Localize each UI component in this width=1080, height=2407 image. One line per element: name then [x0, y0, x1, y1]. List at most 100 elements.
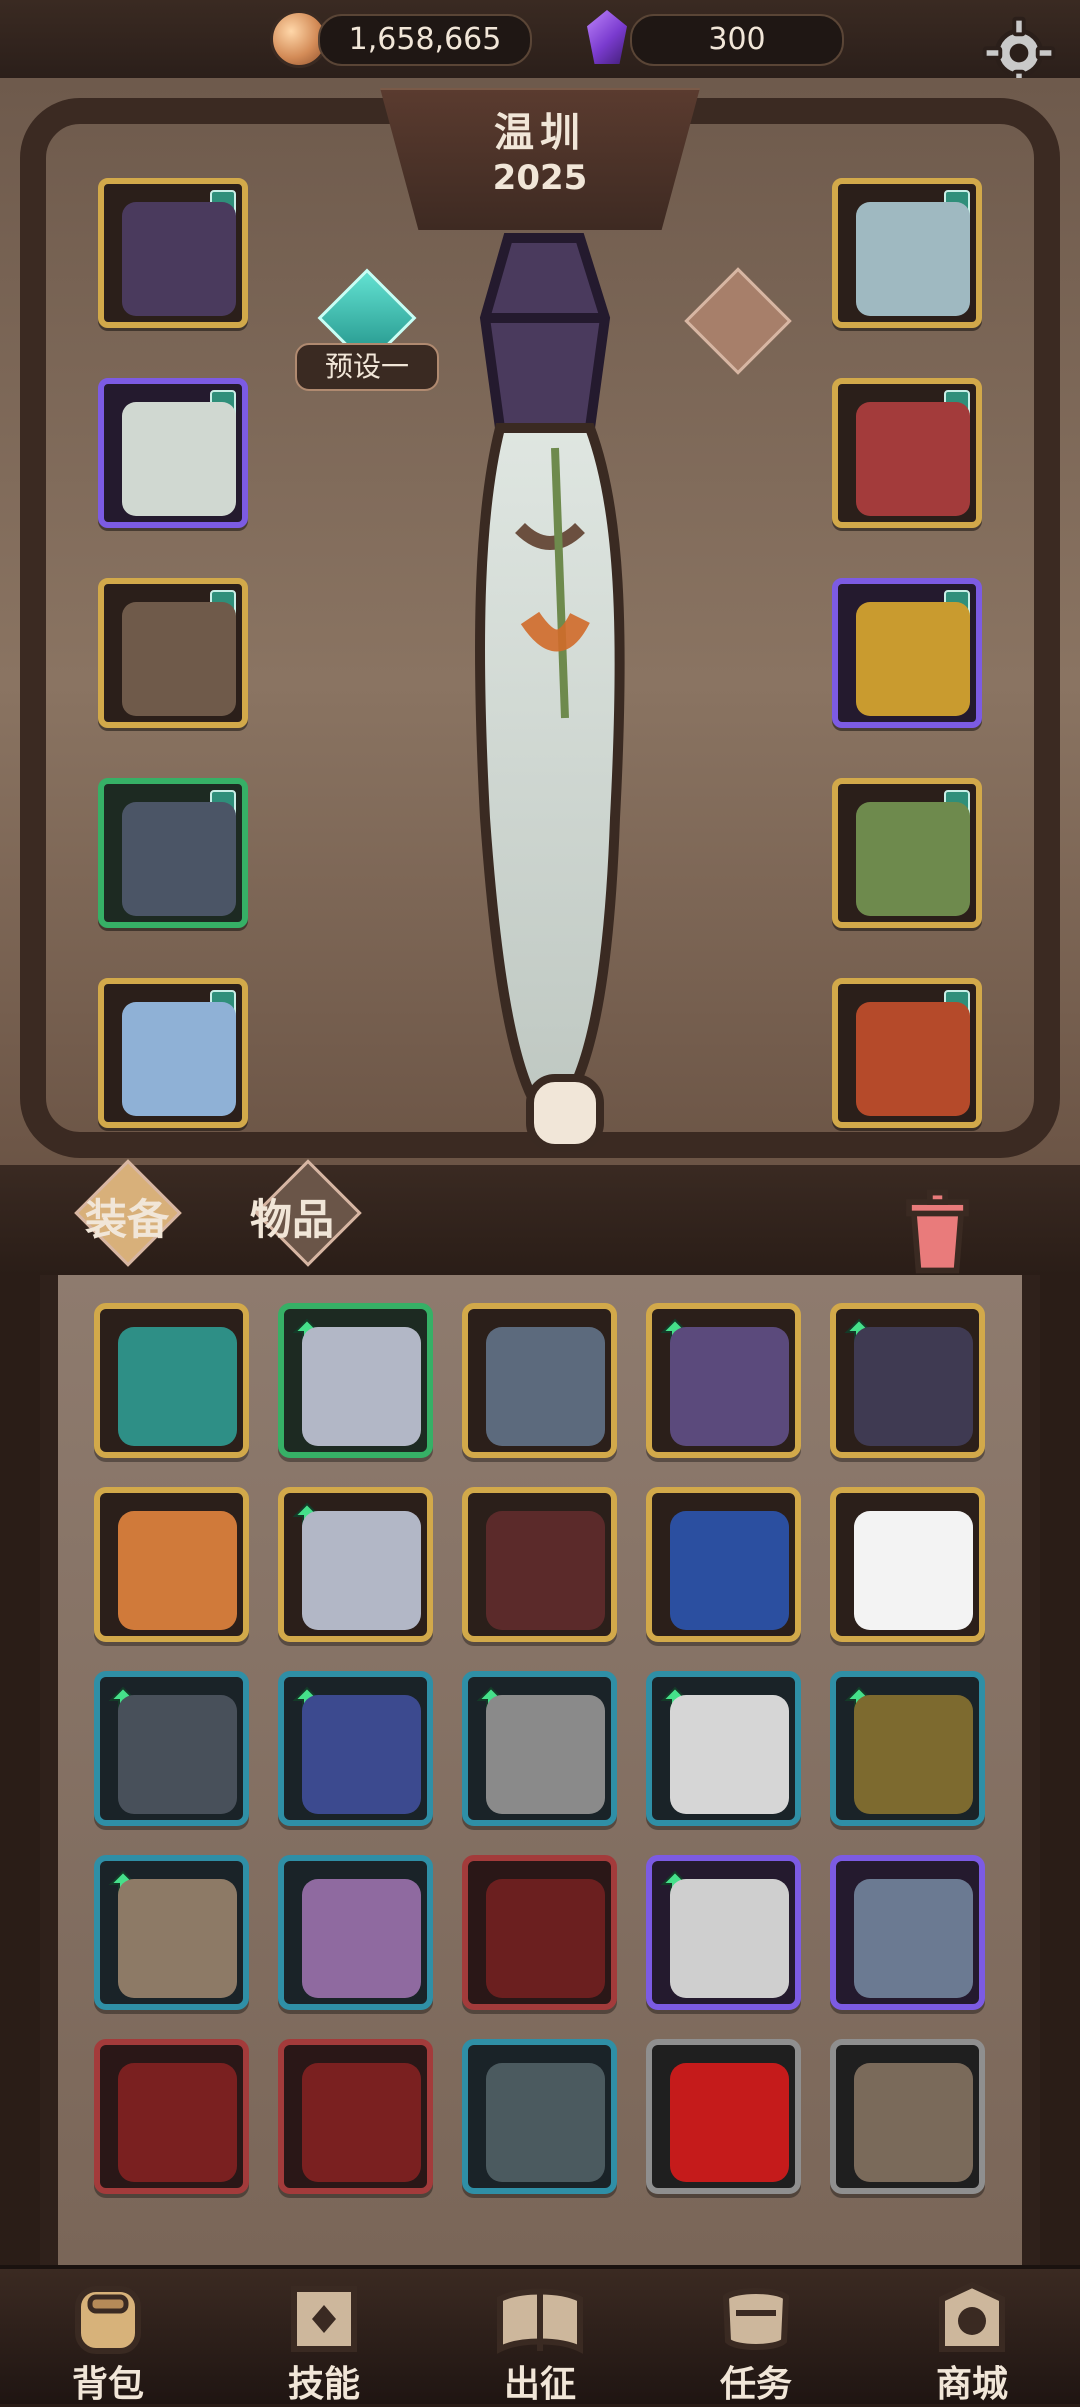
scepter-icon — [854, 1695, 973, 1814]
nav-shop-label: 商城 — [935, 2364, 1008, 2405]
equipment-slot-cloak[interactable] — [832, 378, 982, 528]
top-bar: 1,658,665 300 — [0, 0, 1080, 90]
spear-icon — [118, 1879, 237, 1998]
hat-icon — [854, 1511, 973, 1630]
cowl-icon — [486, 1327, 605, 1446]
nav-sortie[interactable]: 出征 — [432, 2269, 648, 2405]
inventory-slot[interactable] — [462, 1487, 617, 1642]
inventory-slot[interactable] — [278, 1303, 433, 1458]
coat-icon — [486, 2063, 605, 2182]
nav-tasks[interactable]: 任务 — [648, 2269, 864, 2405]
nav-backpack-label: 背包 — [71, 2364, 144, 2405]
ring-icon — [856, 602, 970, 716]
heart-icon — [670, 1511, 789, 1630]
inventory-slot[interactable] — [278, 1855, 433, 2010]
equipment-slot-boots[interactable] — [98, 978, 248, 1128]
shop-icon — [939, 2281, 1005, 2352]
tab-items-label: 物品 — [250, 1195, 335, 1244]
inventory-slot[interactable] — [94, 1303, 249, 1458]
inventory-grid — [40, 1275, 1040, 2265]
sortie-icon — [497, 2288, 583, 2354]
equipment-slot-spellbook[interactable] — [832, 978, 982, 1128]
trash-can-icon[interactable] — [890, 1185, 985, 1280]
sword-icon — [486, 1879, 605, 1998]
cloak-icon — [856, 402, 970, 516]
nav-tasks-label: 任务 — [719, 2364, 792, 2405]
inventory-slot[interactable] — [830, 1671, 985, 1826]
inventory-slot[interactable] — [830, 1303, 985, 1458]
inventory-slot[interactable] — [462, 2039, 617, 2194]
necklace-icon — [118, 1327, 237, 1446]
inventory-slot[interactable] — [94, 1671, 249, 1826]
inventory-slot[interactable] — [646, 2039, 801, 2194]
helmet-icon — [670, 1327, 789, 1446]
gem-amount-pill: 300 — [630, 14, 844, 66]
equipment-slot-skirt[interactable] — [98, 778, 248, 928]
tab-equipment[interactable]: 装备 — [85, 1165, 169, 1275]
inventory-slot[interactable] — [646, 1303, 801, 1458]
staff-icon — [856, 802, 970, 916]
talisman-icon — [854, 1879, 973, 1998]
tab-equipment-label: 装备 — [85, 1195, 170, 1244]
bottom-navigation: 背包 技能 出征 任务 商城 — [0, 2265, 1080, 2405]
inventory-slot[interactable] — [278, 1487, 433, 1642]
inventory-slot[interactable] — [462, 1855, 617, 2010]
inventory-slot[interactable] — [830, 1487, 985, 1642]
pendant-icon — [118, 1511, 237, 1630]
equipment-slot-amulet[interactable] — [832, 178, 982, 328]
character-portrait — [475, 233, 625, 1152]
equipment-slot-gloves[interactable] — [98, 578, 248, 728]
gold-amount: 1,658,665 — [348, 22, 502, 57]
backpack-icon — [75, 2286, 141, 2354]
staff-icon — [302, 1695, 421, 1814]
tunic-icon — [122, 402, 236, 516]
boots-icon — [122, 1002, 236, 1116]
amulet-icon — [856, 202, 970, 316]
bracelet-icon — [302, 1327, 421, 1446]
cape-icon — [118, 1695, 237, 1814]
gold-amount-pill: 1,658,665 — [318, 14, 532, 66]
cage-helm-icon — [122, 202, 236, 316]
nav-backpack[interactable]: 背包 — [0, 2269, 216, 2405]
nav-shop[interactable]: 商城 — [864, 2269, 1080, 2405]
skills-icon — [291, 2286, 357, 2352]
gloves-icon — [122, 602, 236, 716]
gem-amount: 300 — [708, 22, 766, 57]
dagger-icon — [302, 2063, 421, 2182]
spellbook-icon — [856, 1002, 970, 1116]
equipment-stage: 温圳 2025 预设一 — [0, 78, 1080, 1178]
skirt-icon — [122, 802, 236, 916]
inventory-slot[interactable] — [830, 2039, 985, 2194]
inventory-slot[interactable] — [278, 1671, 433, 1826]
equipment-slot-helm[interactable] — [98, 178, 248, 328]
inventory-slot[interactable] — [278, 2039, 433, 2194]
boots-icon — [854, 1327, 973, 1446]
inventory-slot[interactable] — [646, 1487, 801, 1642]
nav-sortie-label: 出征 — [503, 2364, 576, 2405]
inventory-slot[interactable] — [646, 1855, 801, 2010]
inventory-slot[interactable] — [94, 2039, 249, 2194]
wand-icon — [486, 1695, 605, 1814]
red-heart-icon — [670, 2063, 789, 2182]
robe-icon — [486, 1511, 605, 1630]
red-boots-icon — [118, 2063, 237, 2182]
inventory-slot[interactable] — [462, 1303, 617, 1458]
charm-icon — [302, 1879, 421, 1998]
nav-skills[interactable]: 技能 — [216, 2269, 432, 2405]
pants-icon — [670, 1879, 789, 1998]
inventory-slot[interactable] — [94, 1855, 249, 2010]
anchor-icon — [302, 1511, 421, 1630]
inventory-slot[interactable] — [462, 1671, 617, 1826]
tab-items[interactable]: 物品 — [250, 1165, 334, 1275]
spear-icon — [854, 2063, 973, 2182]
inventory-slot[interactable] — [646, 1671, 801, 1826]
gem-icon — [587, 10, 627, 64]
equipment-slot-ring[interactable] — [832, 578, 982, 728]
inventory-slot[interactable] — [830, 1855, 985, 2010]
gauntlet-icon — [670, 1695, 789, 1814]
tasks-icon — [722, 2288, 790, 2350]
nav-skills-label: 技能 — [287, 2364, 360, 2405]
equipment-slot-armor[interactable] — [98, 378, 248, 528]
equipment-slot-staff[interactable] — [832, 778, 982, 928]
inventory-slot[interactable] — [94, 1487, 249, 1642]
